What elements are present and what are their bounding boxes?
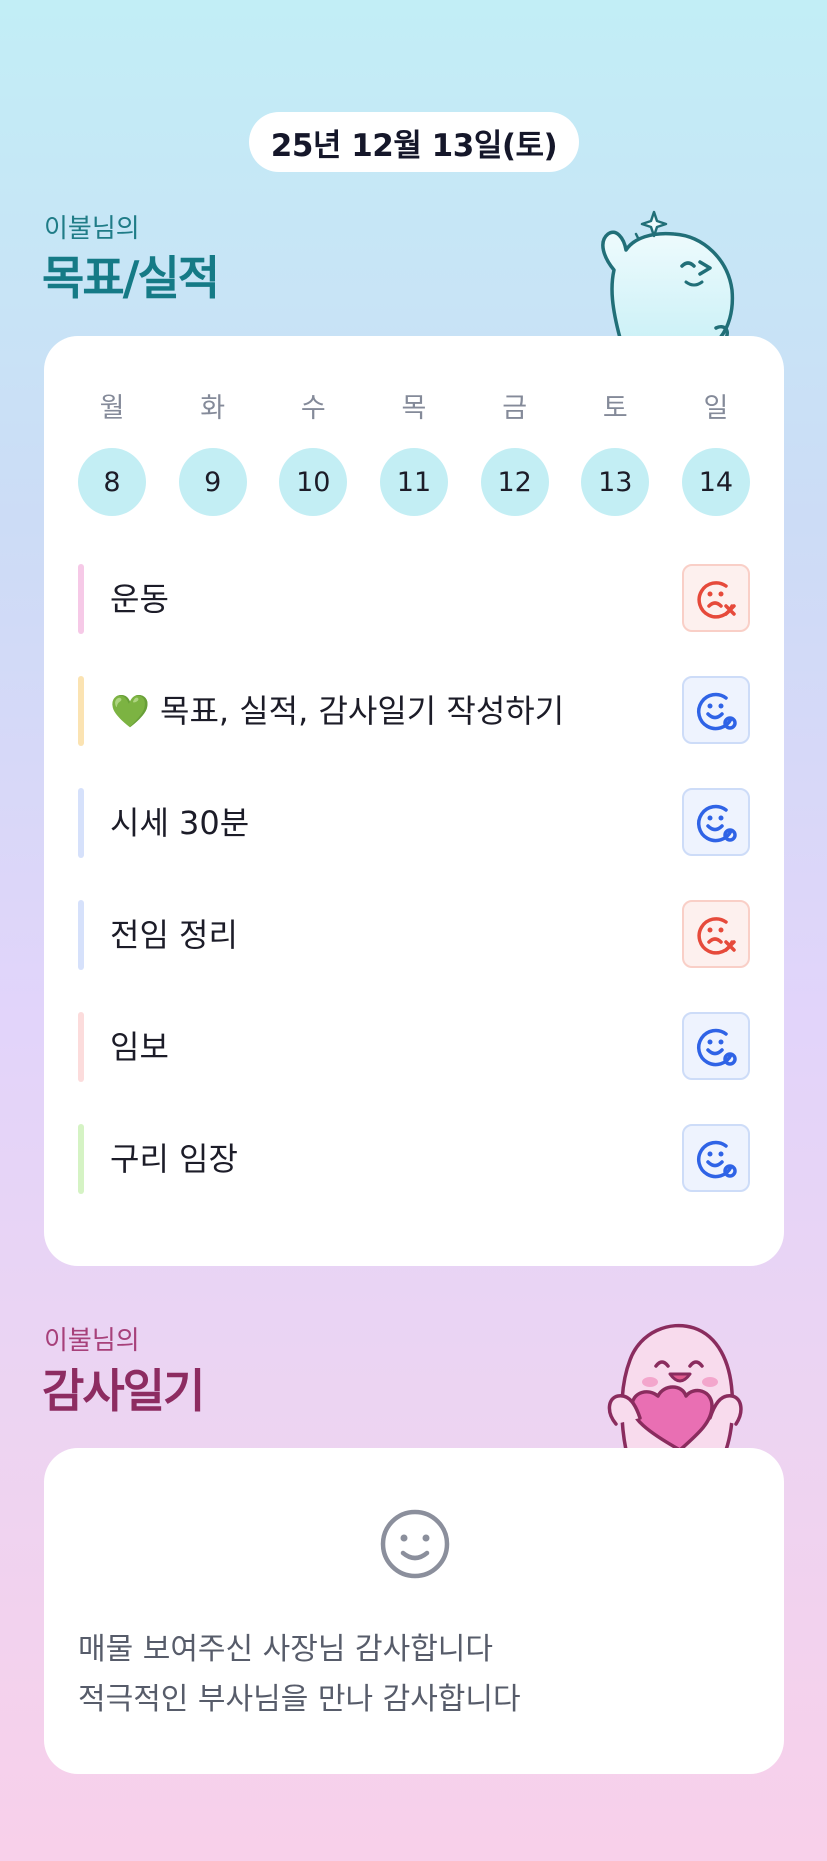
day-button-10[interactable]: 10 — [279, 448, 348, 516]
goal-row[interactable]: 구리 임장 — [78, 1124, 750, 1194]
weekday-label: 목 — [401, 393, 427, 424]
weekday-label: 토 — [602, 393, 628, 424]
thanks-subtitle: 이불님의 — [44, 1326, 140, 1356]
goal-label: 전임 정리 — [110, 916, 238, 954]
thanks-entry: 매물 보여주신 사장님 감사합니다 — [78, 1632, 494, 1667]
smile-face-check-icon — [697, 1028, 737, 1067]
weekday-header: 월 화 수 목 금 토 일 — [78, 386, 750, 425]
goal-color-bar — [78, 900, 84, 970]
goal-row[interactable]: 시세 30분 — [78, 788, 750, 858]
goals-title: 목표/실적 — [42, 251, 220, 305]
goal-status-done-button[interactable] — [682, 1124, 750, 1192]
goal-label: 시세 30분 — [110, 804, 250, 842]
sad-face-x-icon — [697, 917, 736, 955]
smile-face-icon — [380, 1509, 450, 1579]
sad-face-x-icon — [697, 581, 736, 619]
smile-face-check-icon — [697, 804, 737, 843]
goal-label: 임보 — [110, 1028, 169, 1066]
goal-color-bar — [78, 564, 84, 634]
smile-face-check-icon — [697, 1140, 737, 1179]
weekday-label: 일 — [703, 393, 729, 424]
goal-label: 💚 목표, 실적, 감사일기 작성하기 — [110, 692, 565, 730]
goal-row[interactable]: 💚 목표, 실적, 감사일기 작성하기 — [78, 676, 750, 746]
goal-label: 운동 — [110, 580, 169, 618]
day-button-11[interactable]: 11 — [379, 448, 448, 516]
goals-card: 월 화 수 목 금 토 일 8 9 10 11 12 13 14 운동 💚 목표,… — [44, 336, 784, 1266]
smile-face-check-icon — [697, 692, 737, 731]
mascot-pink-icon — [607, 1323, 743, 1450]
thanks-title: 감사일기 — [42, 1364, 205, 1418]
day-button-14[interactable]: 14 — [681, 448, 750, 516]
day-button-12[interactable]: 12 — [480, 448, 549, 516]
goal-status-done-button[interactable] — [682, 676, 750, 744]
goals-subtitle: 이불님의 — [44, 214, 140, 244]
goal-color-bar — [78, 1012, 84, 1082]
weekday-label: 월 — [99, 393, 125, 424]
weekday-label: 화 — [200, 393, 226, 424]
date-label: 25년 12월 13일(토) — [270, 127, 558, 164]
day-button-9[interactable]: 9 — [178, 448, 247, 516]
goal-color-bar — [78, 788, 84, 858]
goal-label: 구리 임장 — [110, 1140, 238, 1178]
goal-status-done-button[interactable] — [682, 788, 750, 856]
thanks-card: 매물 보여주신 사장님 감사합니다 적극적인 부사님을 만나 감사합니다 — [44, 1448, 784, 1774]
goal-row[interactable]: 임보 — [78, 1012, 750, 1082]
date-pill[interactable]: 25년 12월 13일(토) — [249, 112, 579, 172]
goal-status-done-button[interactable] — [682, 1012, 750, 1080]
goal-row[interactable]: 운동 — [78, 564, 750, 634]
goal-status-fail-button[interactable] — [682, 900, 750, 968]
weekday-label: 금 — [502, 393, 528, 424]
goal-color-bar — [78, 1124, 84, 1194]
goal-row[interactable]: 전임 정리 — [78, 900, 750, 970]
goal-color-bar — [78, 676, 84, 746]
thanks-entry: 적극적인 부사님을 만나 감사합니다 — [78, 1682, 521, 1717]
mascot-blue-icon — [601, 210, 735, 338]
week-days: 8 9 10 11 12 13 14 — [78, 448, 750, 516]
weekday-label: 수 — [300, 393, 326, 424]
day-button-8[interactable]: 8 — [78, 448, 146, 516]
day-button-13[interactable]: 13 — [581, 448, 650, 516]
goal-status-fail-button[interactable] — [682, 564, 750, 632]
